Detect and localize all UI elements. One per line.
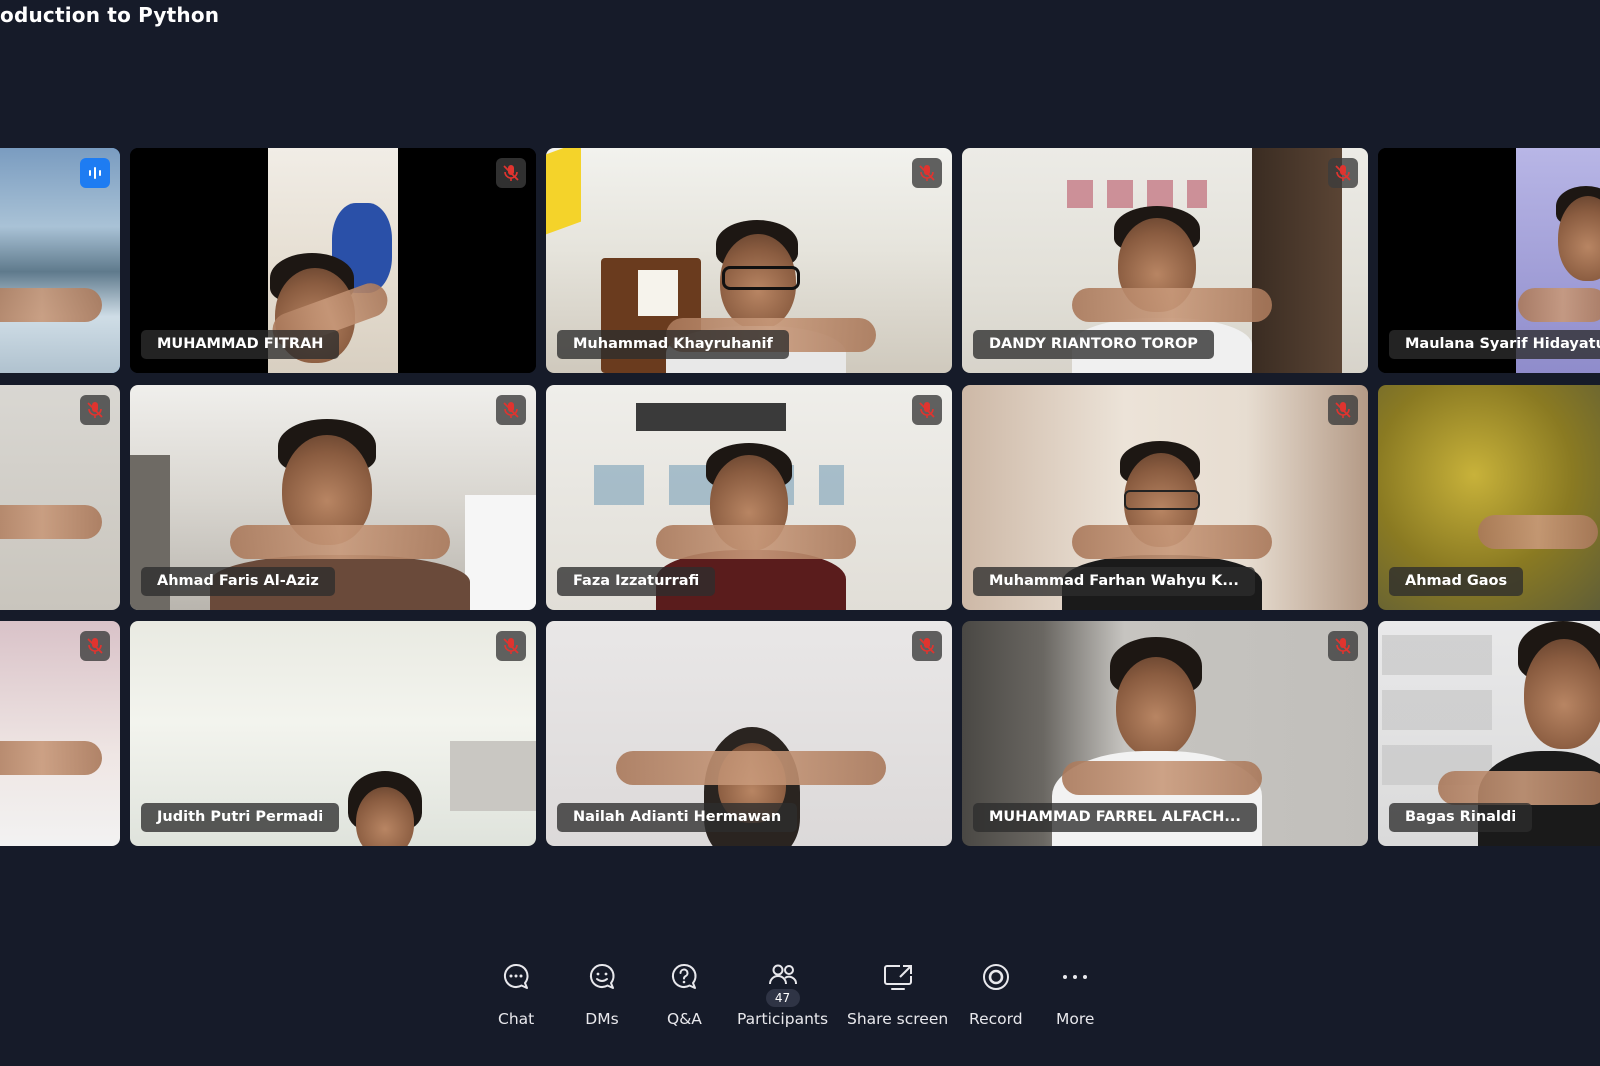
speaking-indicator-icon: [80, 158, 110, 188]
participant-name: Maulana Syarif Hidayatullah: [1389, 330, 1600, 359]
participant-name: Muhammad Farhan Wahyu K...: [973, 567, 1255, 596]
more-label: More: [1056, 1010, 1095, 1028]
paper-note: [638, 270, 678, 316]
participant-name: MUHAMMAD FITRAH: [141, 330, 340, 359]
glasses: [722, 266, 800, 290]
participant-tile[interactable]: Muhammad Khayruhanif: [546, 148, 952, 373]
hands-gesture: [616, 751, 886, 785]
wall-frames: [1067, 180, 1207, 208]
chat-button[interactable]: Chat: [498, 960, 534, 1028]
participant-tile[interactable]: Ahmad Gaos: [1378, 385, 1600, 610]
yellow-object: [546, 148, 581, 235]
hands-gesture: [0, 288, 102, 322]
participant-name: Bagas Rinaldi: [1389, 803, 1533, 832]
participant-name: Nailah Adianti Hermawan: [557, 803, 798, 832]
participant-tile[interactable]: Bagas Rinaldi: [1378, 621, 1600, 846]
record-button[interactable]: Record: [969, 960, 1023, 1028]
record-label: Record: [969, 1010, 1023, 1028]
mic-muted-icon: [496, 158, 526, 188]
dms-button[interactable]: DMs: [585, 960, 619, 1028]
qa-label: Q&A: [667, 1010, 702, 1028]
participant-name: MUHAMMAD FARREL ALFACH...: [973, 803, 1257, 832]
chat-icon: [499, 960, 533, 994]
participant-name: Judith Putri Permadi: [141, 803, 340, 832]
participant-tile[interactable]: [0, 148, 120, 373]
share-screen-label: Share screen: [847, 1010, 949, 1028]
participants-label: Participants: [737, 1010, 829, 1028]
qa-icon: [667, 960, 701, 994]
participant-tile[interactable]: Nailah Adianti Hermawan: [546, 621, 952, 846]
participant-tile[interactable]: [0, 621, 120, 846]
participant-tile[interactable]: MUHAMMAD FITRAH: [130, 148, 536, 373]
window: [636, 403, 786, 431]
qa-button[interactable]: Q&A: [667, 960, 702, 1028]
hands-gesture: [0, 505, 102, 539]
mic-muted-icon: [912, 631, 942, 661]
mic-muted-icon: [1328, 631, 1358, 661]
wall-posters: [1382, 635, 1492, 785]
meeting-toolbar: Chat DMs Q&A 47 Participants Share scree…: [0, 960, 1600, 1060]
participant-name: Faza Izzaturrafi: [557, 567, 716, 596]
participant-tile[interactable]: Maulana Syarif Hidayatullah: [1378, 148, 1600, 373]
person-face: [1524, 639, 1600, 749]
participants-icon: 47: [765, 960, 800, 1007]
participant-tile[interactable]: Judith Putri Permadi: [130, 621, 536, 846]
participant-name: Ahmad Gaos: [1389, 567, 1524, 596]
dm-icon: [585, 960, 619, 994]
glasses: [1124, 490, 1200, 510]
participant-name: Muhammad Khayruhanif: [557, 330, 789, 359]
hands-gesture: [1072, 525, 1272, 559]
chat-label: Chat: [498, 1010, 535, 1028]
hands-gesture: [1518, 288, 1600, 322]
participant-tile[interactable]: DANDY RIANTORO TOROP: [962, 148, 1368, 373]
more-icon: [1058, 960, 1092, 994]
shelf: [450, 741, 536, 811]
hands-gesture: [1478, 515, 1598, 549]
mic-muted-icon: [1328, 158, 1358, 188]
more-button[interactable]: More: [1056, 960, 1094, 1028]
record-icon: [979, 960, 1013, 994]
mic-muted-icon: [912, 158, 942, 188]
participants-button[interactable]: 47 Participants: [737, 960, 828, 1028]
mic-muted-icon: [496, 631, 526, 661]
participant-tile[interactable]: [0, 385, 120, 610]
hands-gesture: [1062, 761, 1262, 795]
dms-label: DMs: [585, 1010, 619, 1028]
share-screen-icon: [881, 960, 915, 994]
person-face: [1116, 657, 1196, 757]
participant-tile[interactable]: Faza Izzaturrafi: [546, 385, 952, 610]
hands-gesture: [1072, 288, 1272, 322]
hands-gesture: [0, 741, 102, 775]
mic-muted-icon: [80, 631, 110, 661]
participant-tile[interactable]: MUHAMMAD FARREL ALFACH...: [962, 621, 1368, 846]
mic-muted-icon: [912, 395, 942, 425]
participant-count-badge: 47: [765, 989, 800, 1007]
participant-name: DANDY RIANTORO TOROP: [973, 330, 1214, 359]
hands-gesture: [230, 525, 450, 559]
mic-muted-icon: [496, 395, 526, 425]
mic-muted-icon: [80, 395, 110, 425]
white-board: [465, 495, 536, 610]
participant-name: Ahmad Faris Al-Aziz: [141, 567, 335, 596]
hands-gesture: [656, 525, 856, 559]
video-grid: MUHAMMAD FITRAH Muhammad Khayruhanif DAN…: [0, 0, 1600, 850]
hands-gesture: [1438, 771, 1600, 805]
participant-tile[interactable]: Muhammad Farhan Wahyu K...: [962, 385, 1368, 610]
mic-muted-icon: [1328, 395, 1358, 425]
share-screen-button[interactable]: Share screen: [847, 960, 948, 1028]
participant-tile[interactable]: Ahmad Faris Al-Aziz: [130, 385, 536, 610]
